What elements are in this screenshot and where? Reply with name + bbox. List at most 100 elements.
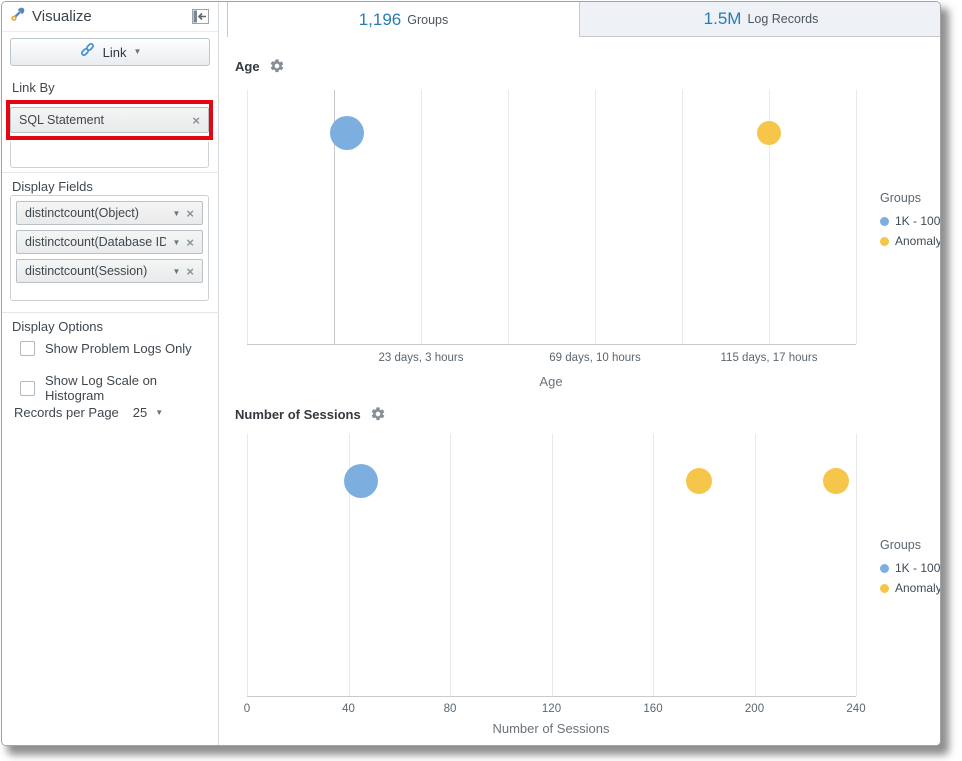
tab-groups[interactable]: 1,196 Groups [227,2,580,37]
x-tick-label: 240 [846,703,865,715]
data-point-bubble[interactable] [823,468,849,494]
gridline [595,90,596,344]
show-log-scale-checkbox[interactable] [20,381,35,396]
display-field-pill[interactable]: distinctcount(Object) ▼ × [16,201,203,225]
gridline [856,90,857,344]
link-by-field-pill[interactable]: SQL Statement × [10,107,209,133]
tab-label: Log Records [747,12,818,26]
app-window: Visualize [1,1,941,746]
option-row: Show Problem Logs Only [20,341,192,356]
legend-item[interactable]: 1K - 100K [880,214,941,228]
remove-field-icon[interactable]: × [186,235,194,250]
gridline [247,90,248,344]
sessions-chart-legend: Groups 1K - 100K Anomaly [880,538,941,601]
x-tick-label: 0 [244,703,250,715]
link-by-label: Link By [12,80,55,95]
data-point-bubble[interactable] [344,464,378,498]
display-field-value: distinctcount(Session) [25,264,166,278]
link-chain-icon [79,42,96,62]
display-field-pill[interactable]: distinctcount(Session) ▼ × [16,259,203,283]
legend-item[interactable]: Anomaly [880,581,941,595]
legend-dot [880,217,889,226]
gridline [653,434,654,696]
legend-item[interactable]: 1K - 100K [880,561,941,575]
checkbox-label: Show Problem Logs Only [45,341,192,356]
legend-label: 1K - 100K [895,214,941,228]
link-button-label: Link [103,45,127,60]
data-point-bubble[interactable] [330,116,364,150]
x-tick-label: 115 days, 17 hours [721,352,818,364]
link-by-value: SQL Statement [19,113,186,127]
gridline [755,434,756,696]
log-records-count: 1.5M [704,9,742,29]
chart-title: Age [235,59,260,74]
age-chart-plot [247,90,856,345]
age-chart-header: Age [235,58,285,74]
remove-field-icon[interactable]: × [186,206,194,221]
link-by-drop-area[interactable] [10,142,209,168]
sessions-chart-header: Number of Sessions [235,406,386,422]
checkbox-label: Show Log Scale on Histogram [45,373,218,403]
x-tick-label: 160 [643,703,662,715]
tab-label: Groups [407,13,448,27]
x-tick-label: 69 days, 10 hours [549,352,640,364]
divider [2,312,219,313]
gridline [247,434,248,696]
screenshot-stage: Visualize [0,0,962,761]
gridline [552,434,553,696]
display-fields-box: distinctcount(Object) ▼ × distinctcount(… [10,195,209,301]
age-x-axis-title: Age [539,374,562,389]
legend-label: Anomaly [895,581,941,595]
chevron-down-icon[interactable]: ▼ [133,48,141,56]
gear-icon[interactable] [269,58,285,74]
gridline [856,434,857,696]
tab-strip: 1,196 Groups 1.5M Log Records [227,2,941,37]
data-point-bubble[interactable] [757,121,781,145]
records-per-page-row: Records per Page 25 ▼ [14,405,163,420]
option-row: Show Log Scale on Histogram [20,373,218,403]
chevron-down-icon[interactable]: ▼ [172,238,180,247]
sessions-x-axis-title: Number of Sessions [492,721,609,736]
legend-dot [880,564,889,573]
display-field-pill[interactable]: distinctcount(Database ID) ▼ × [16,230,203,254]
legend-dot [880,237,889,246]
panel-title: Visualize [32,8,190,25]
x-tick-label: 120 [542,703,561,715]
groups-count: 1,196 [359,10,402,30]
tab-log-records[interactable]: 1.5M Log Records [580,2,941,37]
x-tick-label: 40 [342,703,355,715]
chevron-down-icon[interactable]: ▼ [172,267,180,276]
gridline [421,90,422,344]
gear-icon[interactable] [370,406,386,422]
x-tick-label: 200 [745,703,764,715]
gridline [508,90,509,344]
legend-label: Anomaly [895,234,941,248]
display-options-label: Display Options [12,319,103,334]
legend-title: Groups [880,191,941,205]
x-tick-label: 80 [444,703,457,715]
sidebar-header: Visualize [2,2,218,32]
collapse-panel-icon[interactable] [190,8,210,26]
data-point-bubble[interactable] [686,468,712,494]
sessions-chart-plot [247,434,856,697]
age-chart-x-ticks: 23 days, 3 hours 69 days, 10 hours 115 day… [247,352,856,367]
x-tick-label: 23 days, 3 hours [378,352,463,364]
records-per-page-label: Records per Page [14,405,119,420]
display-field-value: distinctcount(Object) [25,206,166,220]
visualize-sidebar: Visualize [2,2,219,746]
remove-field-icon[interactable]: × [186,264,194,279]
legend-title: Groups [880,538,941,552]
gridline [682,90,683,344]
sessions-chart-x-ticks: 04080120160200240 [247,703,856,718]
show-problem-logs-checkbox[interactable] [20,341,35,356]
age-chart-legend: Groups 1K - 100K Anomaly [880,191,941,254]
chevron-down-icon[interactable]: ▼ [172,209,180,218]
visualize-icon [10,6,26,27]
chevron-down-icon[interactable]: ▼ [155,409,163,417]
legend-item[interactable]: Anomaly [880,234,941,248]
link-visualization-button[interactable]: Link ▼ [10,38,210,66]
remove-link-by-icon[interactable]: × [192,113,200,128]
divider [2,172,219,173]
records-per-page-value[interactable]: 25 [133,405,147,420]
main-content: 1,196 Groups 1.5M Log Records Age 23 day [227,2,941,746]
